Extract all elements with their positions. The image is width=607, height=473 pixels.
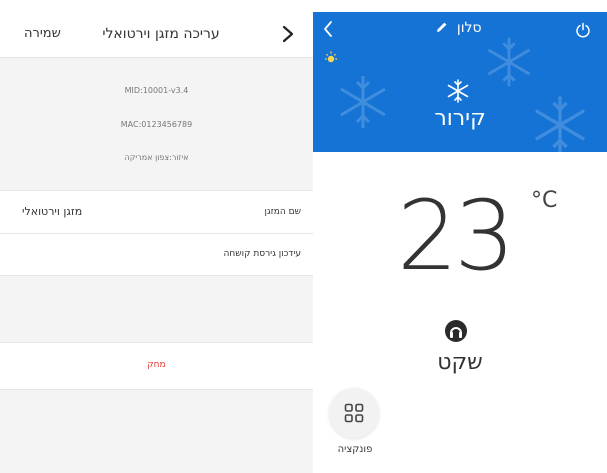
delete-button[interactable]: מחק [0, 360, 313, 370]
page-title: עריכה מזגן וירטואלי [102, 26, 220, 42]
room-name-label: סלון [456, 20, 482, 36]
room-name[interactable]: סלון [409, 20, 509, 36]
device-region: איזור:צפון אמריקה [124, 153, 189, 162]
device-name-row[interactable]: שם המזגן מזגן וירטואלי [0, 190, 313, 234]
mode-banner: סלון קירור [313, 12, 607, 152]
mode-label[interactable]: קירור [313, 106, 607, 131]
grid-icon [344, 403, 364, 423]
device-mid: MID:10001-v3.4 [124, 86, 189, 95]
device-name-label: שם המזגן [264, 207, 301, 217]
snowflake-decoration-icon [487, 37, 531, 87]
function-button[interactable] [329, 388, 379, 438]
power-icon[interactable] [575, 22, 591, 38]
device-mac: MAC:0123456789 [120, 120, 193, 129]
firmware-update-label: עידכון גירסת קושחה [223, 249, 301, 259]
ac-control-screen: סלון קירור 23 °C שקט פונקציה [313, 0, 607, 473]
chevron-right-icon[interactable] [276, 20, 300, 48]
sun-icon[interactable] [323, 50, 339, 66]
status-bar [0, 0, 313, 12]
edit-header: שמירה עריכה מזגן וירטואלי [0, 12, 313, 58]
back-icon[interactable] [321, 18, 335, 40]
status-bar [313, 0, 607, 12]
edit-pencil-icon[interactable] [436, 21, 448, 33]
temperature-unit: °C [531, 188, 558, 213]
snowflake-icon [447, 79, 469, 103]
save-button[interactable]: שמירה [24, 26, 61, 41]
firmware-update-row[interactable]: עידכון גירסת קושחה [0, 234, 313, 276]
function-label: פונקציה [337, 444, 373, 455]
temperature-value[interactable]: 23 [397, 180, 515, 292]
fan-speed-label[interactable]: שקט [313, 350, 607, 375]
delete-row[interactable]: מחק [0, 342, 313, 390]
fan-icon[interactable] [443, 318, 469, 344]
device-name-value: מזגן וירטואלי [22, 205, 83, 218]
edit-device-screen: שמירה עריכה מזגן וירטואלי MID:10001-v3.4… [0, 0, 313, 473]
